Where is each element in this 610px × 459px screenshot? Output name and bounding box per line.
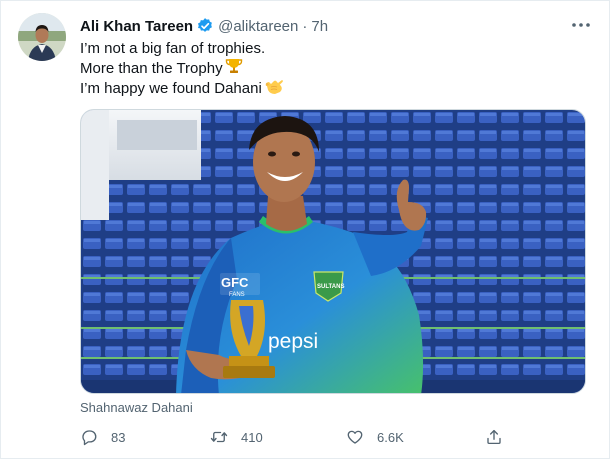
tweet-actions: 83 410 6.6K [80, 426, 510, 448]
tweet-card: Ali Khan Tareen @aliktareen · 7h I’m not… [0, 0, 610, 459]
tweet-line-text: I’m happy we found Dahani [80, 80, 262, 97]
tweet-line: I’m happy we found Dahani [80, 79, 284, 99]
trophy-icon [225, 57, 243, 81]
reply-button[interactable]: 83 [80, 426, 125, 448]
sponsor-sub-text: FANS [229, 292, 245, 298]
sponsor-logo-text: GFC [221, 275, 249, 290]
retweet-button[interactable]: 410 [210, 426, 263, 448]
retweet-count: 410 [241, 429, 263, 445]
tweet-header: Ali Khan Tareen @aliktareen · 7h [80, 16, 328, 36]
tweet-line-text: I’m not a big fan of trophies. [80, 40, 266, 57]
more-options-icon[interactable] [571, 15, 591, 35]
author-handle[interactable]: @aliktareen [218, 18, 298, 35]
author-name[interactable]: Ali Khan Tareen [80, 18, 193, 35]
tweet-line-text: More than the Trophy [80, 60, 223, 77]
reply-icon [82, 430, 97, 446]
pepsi-logo-text: pepsi [268, 330, 318, 353]
tweet-line: More than the Trophy [80, 59, 284, 79]
heart-icon [347, 430, 363, 444]
avatar[interactable] [18, 13, 66, 61]
team-logo-text: SULTANS [317, 284, 344, 290]
media-caption[interactable]: Shahnawaz Dahani [80, 400, 193, 415]
retweet-icon [210, 431, 228, 443]
tweet-time[interactable]: 7h [311, 18, 328, 35]
verified-badge-icon [196, 17, 214, 35]
tweet-text: I’m not a big fan of trophies. More than… [80, 39, 284, 99]
like-count: 6.6K [377, 429, 404, 445]
call-me-hand-icon [264, 77, 284, 101]
share-icon [487, 429, 501, 445]
reply-count: 83 [111, 429, 126, 445]
tweet-photo[interactable]: GFC FANS SULTANS pepsi [80, 109, 586, 394]
avatar-image [18, 13, 66, 61]
separator-dot: · [302, 17, 308, 35]
tweet-line: I’m not a big fan of trophies. [80, 39, 284, 59]
share-button[interactable] [485, 426, 516, 448]
photo-image: GFC FANS SULTANS pepsi [81, 110, 585, 393]
like-button[interactable]: 6.6K [346, 426, 404, 448]
